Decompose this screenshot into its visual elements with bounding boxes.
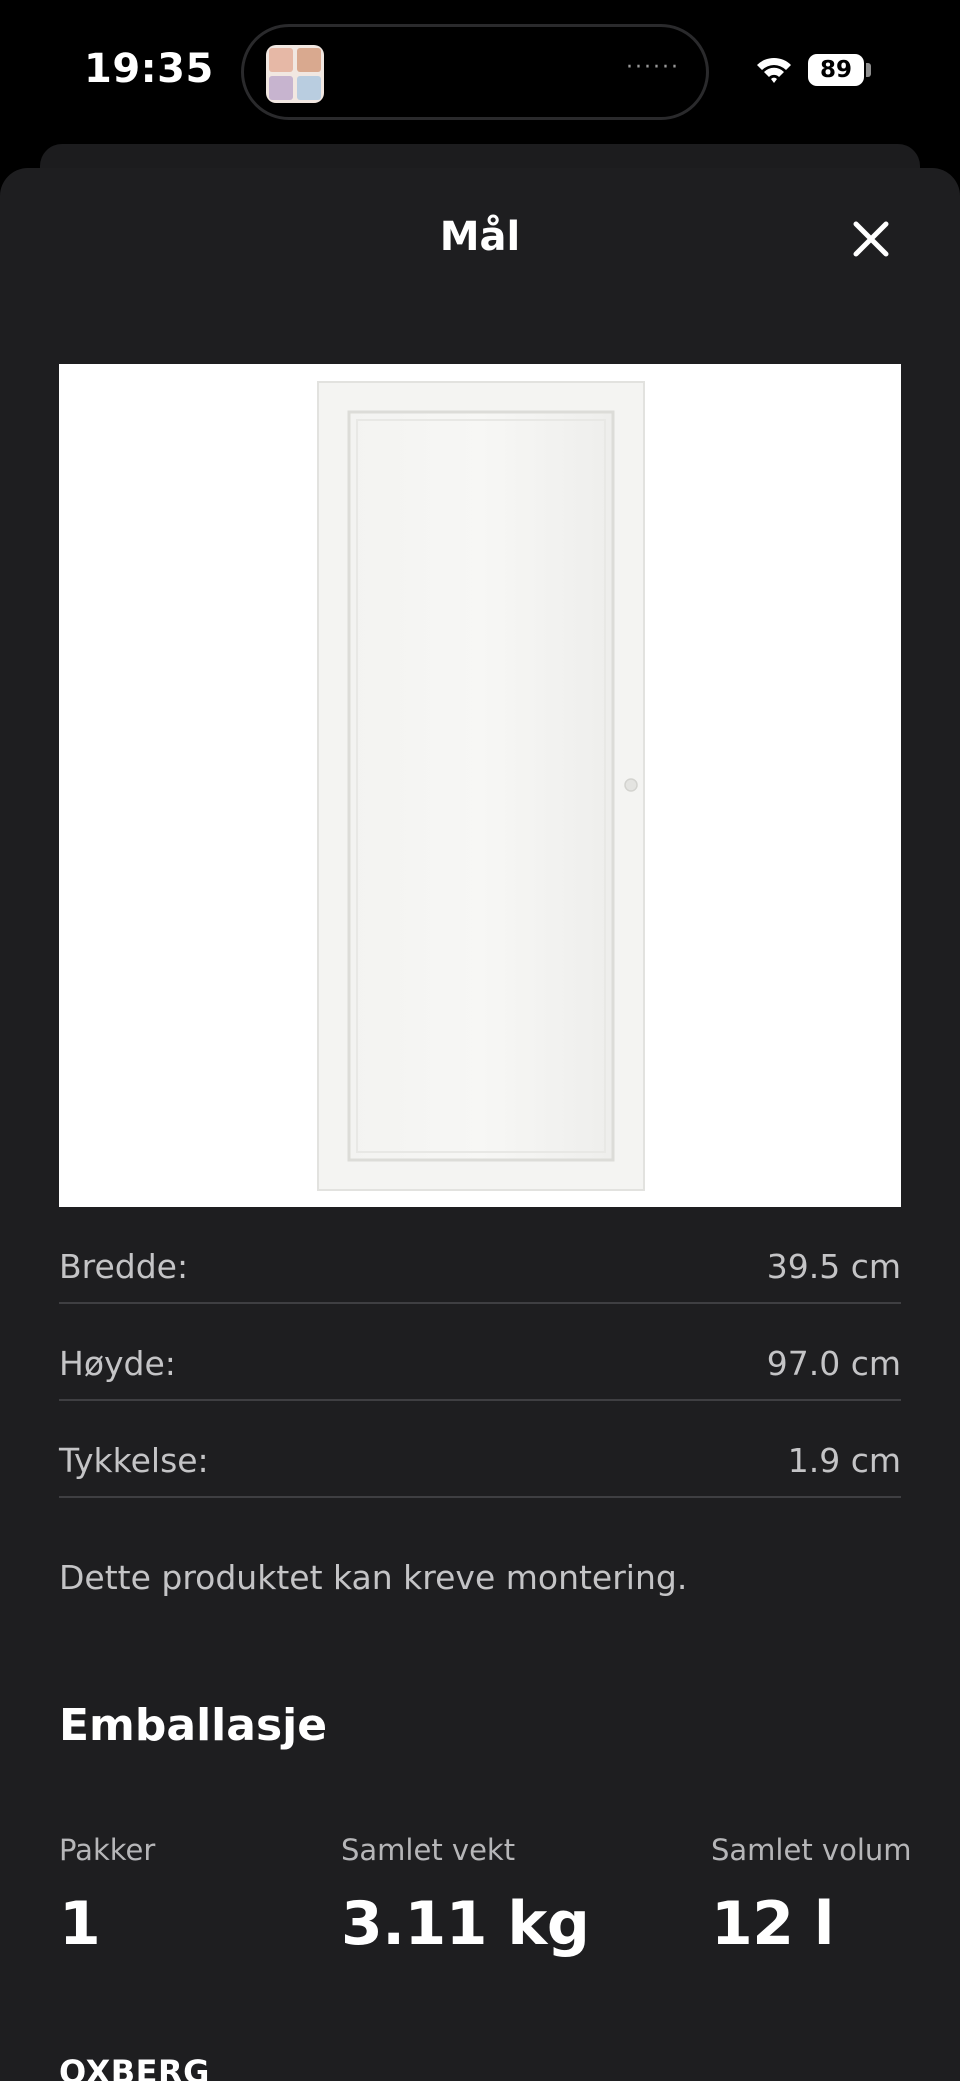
stat-value: 1: [59, 1889, 101, 1959]
stat-label: Samlet vekt: [341, 1833, 516, 1867]
island-indicator: ······: [626, 55, 680, 80]
wifi-icon: [757, 57, 791, 83]
dimension-label: Tykkelse:: [59, 1441, 209, 1480]
dimension-value: 1.9 cm: [787, 1441, 901, 1480]
dimensions-sheet: Mål Bredde: 39.5 cm Høyde: 97.0 cm Tykke…: [0, 168, 960, 2081]
total-weight-stat: Samlet vekt 3.11 kg: [341, 1833, 590, 1959]
cabinet-door-image: [317, 381, 645, 1191]
assembly-note: Dette produktet kan kreve montering.: [59, 1558, 688, 1597]
status-time: 19:35: [84, 46, 214, 92]
status-bar: 19:35 ······ 89: [0, 0, 960, 140]
dimension-label: Bredde:: [59, 1247, 189, 1286]
activity-thumbnail: [266, 45, 324, 103]
battery-icon: 89: [808, 54, 864, 86]
dynamic-island[interactable]: ······: [241, 24, 709, 120]
packaging-title: Emballasje: [59, 1700, 328, 1751]
dimension-value: 39.5 cm: [766, 1247, 901, 1286]
dimension-row-height: Høyde: 97.0 cm: [59, 1304, 901, 1401]
battery-cap: [866, 63, 871, 77]
product-name: OXBERG: [59, 2053, 210, 2081]
sheet-title: Mål: [439, 214, 521, 260]
packages-stat: Pakker 1: [59, 1833, 155, 1959]
dimension-row-width: Bredde: 39.5 cm: [59, 1207, 901, 1304]
stat-label: Samlet volum: [711, 1833, 912, 1867]
product-image: [59, 364, 901, 1207]
stat-value: 3.11 kg: [341, 1889, 590, 1959]
dimensions-list: Bredde: 39.5 cm Høyde: 97.0 cm Tykkelse:…: [59, 1207, 901, 1498]
stat-value: 12 l: [711, 1889, 834, 1959]
close-icon[interactable]: [846, 214, 896, 264]
dimension-row-thickness: Tykkelse: 1.9 cm: [59, 1401, 901, 1498]
total-volume-stat: Samlet volum 12 l: [711, 1833, 912, 1959]
dimension-label: Høyde:: [59, 1344, 176, 1383]
dimension-value: 97.0 cm: [766, 1344, 901, 1383]
stat-label: Pakker: [59, 1833, 156, 1867]
